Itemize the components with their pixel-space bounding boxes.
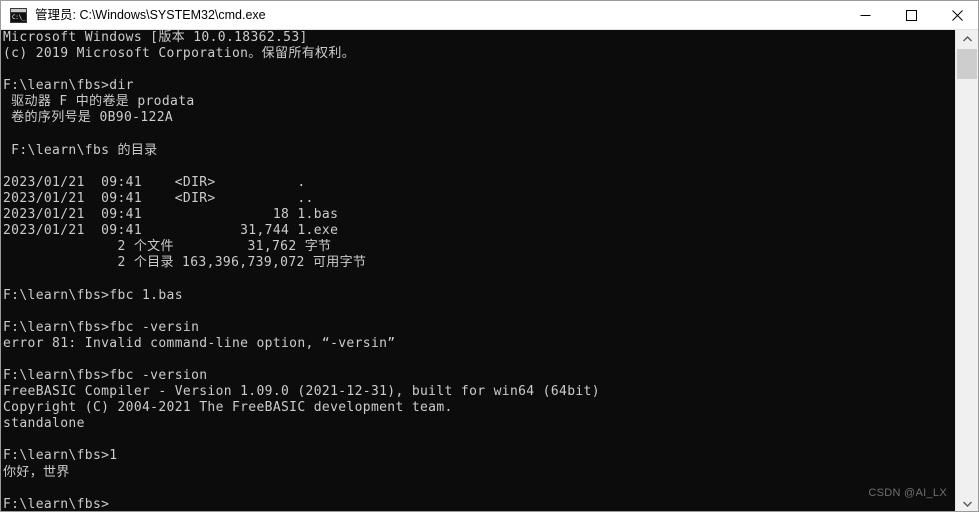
console-output-area[interactable]: Microsoft Windows [版本 10.0.18362.53] (c)… <box>1 30 957 512</box>
scroll-down-icon[interactable] <box>956 495 978 511</box>
cmd-window: C:\_ 管理员: C:\Windows\SYSTEM32\cmd.exe Mi… <box>0 0 979 512</box>
maximize-button[interactable] <box>888 1 934 29</box>
console-text: Microsoft Windows [版本 10.0.18362.53] (c)… <box>3 30 600 512</box>
scroll-up-icon[interactable] <box>956 30 978 48</box>
title-bar[interactable]: C:\_ 管理员: C:\Windows\SYSTEM32\cmd.exe <box>1 1 978 30</box>
close-button[interactable] <box>934 1 978 29</box>
watermark: CSDN @AI_LX <box>868 487 947 499</box>
cmd-icon-glyph: C:\_ <box>11 12 26 22</box>
vertical-scrollbar[interactable] <box>955 30 978 511</box>
window-controls <box>842 1 978 29</box>
cmd-icon[interactable]: C:\_ <box>10 7 27 23</box>
scrollbar-thumb[interactable] <box>957 49 977 79</box>
window-title: 管理员: C:\Windows\SYSTEM32\cmd.exe <box>35 7 266 22</box>
minimize-button[interactable] <box>842 1 888 29</box>
